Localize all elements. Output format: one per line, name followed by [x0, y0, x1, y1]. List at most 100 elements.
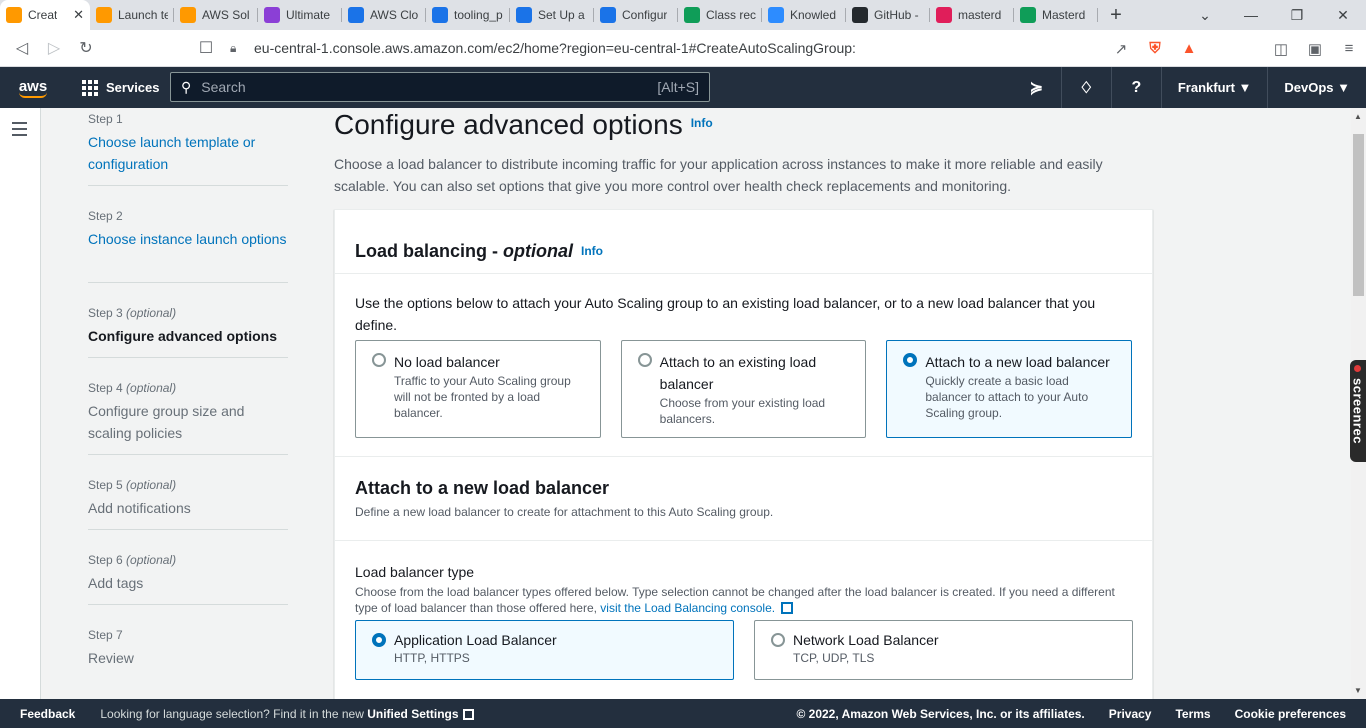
- hamburger-icon[interactable]: [12, 122, 27, 140]
- page-title: Configure advanced options Info: [334, 108, 1154, 139]
- region-selector[interactable]: Frankfurt ▼: [1162, 67, 1269, 108]
- step-title[interactable]: Choose launch template or configuration: [88, 131, 288, 175]
- lb-type-tile[interactable]: Application Load Balancer HTTP, HTTPS: [355, 620, 734, 680]
- footer: Feedback Looking for language selection?…: [0, 699, 1366, 728]
- browser-tab[interactable]: AWS Clo: [342, 0, 426, 30]
- browser-tab[interactable]: Masterd: [1014, 0, 1098, 30]
- window-controls: ⌄ — ❐ ✕: [1182, 0, 1366, 30]
- tab-title: Class rec: [706, 8, 756, 22]
- share-icon[interactable]: ↗: [1104, 40, 1138, 58]
- browser-tab[interactable]: GitHub -: [846, 0, 930, 30]
- step-title: Add notifications: [88, 500, 191, 516]
- tile-title: Attach to an existing load balancer: [659, 354, 817, 392]
- radio-button[interactable]: [372, 633, 386, 647]
- tab-favicon-icon: [852, 7, 868, 23]
- tab-favicon-icon: [432, 7, 448, 23]
- lb-option-tile[interactable]: No load balancer Traffic to your Auto Sca…: [355, 340, 601, 438]
- tab-favicon-icon: [348, 7, 364, 23]
- url-field[interactable]: 🔒︎ eu-central-1.console.aws.amazon.com/e…: [230, 34, 1120, 62]
- browser-tab[interactable]: AWS Sol: [174, 0, 258, 30]
- search-icon: ⚲: [181, 78, 192, 95]
- step-title: Add tags: [88, 575, 144, 591]
- tile-title: Network Load Balancer: [793, 632, 939, 648]
- close-tab-icon[interactable]: ✕: [73, 7, 84, 23]
- tab-search-icon[interactable]: ⌄: [1182, 0, 1228, 30]
- search-input[interactable]: ⚲ Search [Alt+S]: [170, 72, 710, 102]
- unified-settings-link[interactable]: Unified Settings: [367, 707, 458, 721]
- notifications-bell-icon[interactable]: ♢: [1062, 67, 1112, 108]
- cookie-preferences-link[interactable]: Cookie preferences: [1235, 707, 1346, 721]
- radio-button[interactable]: [372, 353, 386, 367]
- tab-title: AWS Sol: [202, 8, 250, 22]
- restore-button[interactable]: ❐: [1274, 0, 1320, 30]
- tab-title: GitHub -: [874, 8, 919, 22]
- radio-button[interactable]: [637, 353, 652, 367]
- feedback-link[interactable]: Feedback: [0, 707, 95, 721]
- services-label: Services: [106, 80, 160, 95]
- lb-option-tile[interactable]: Attach to a new load balancer Quickly cre…: [886, 340, 1133, 438]
- browser-tab-strip: Creat ✕ Launch te AWS Sol Ultimate AWS Clo too…: [0, 0, 1366, 30]
- wallet-icon[interactable]: ▣: [1298, 40, 1332, 58]
- panel-header: Load balancing - optional Info: [335, 210, 1152, 274]
- cloudshell-icon[interactable]: ≽: [1012, 67, 1062, 108]
- close-window-button[interactable]: ✕: [1320, 0, 1366, 30]
- wizard-step[interactable]: Step 1 Choose launch template or configu…: [88, 108, 288, 186]
- footer-right: © 2022, Amazon Web Services, Inc. or its…: [796, 707, 1366, 721]
- bookmark-icon[interactable]: ☐: [190, 32, 222, 64]
- browser-tab[interactable]: Ultimate: [258, 0, 342, 30]
- tab-favicon-icon: [6, 7, 22, 23]
- lb-info-link[interactable]: Info: [581, 244, 603, 258]
- services-menu[interactable]: Services: [82, 79, 170, 96]
- browser-tab[interactable]: Launch te: [90, 0, 174, 30]
- browser-tab[interactable]: masterd: [930, 0, 1014, 30]
- browser-tab[interactable]: Creat ✕: [0, 0, 90, 30]
- aws-top-nav: aws Services ⚲ Search [Alt+S] ≽ ♢ ? Fran…: [0, 67, 1366, 108]
- account-menu[interactable]: DevOps ▼: [1268, 67, 1366, 108]
- browser-tab[interactable]: Class rec: [678, 0, 762, 30]
- forward-button[interactable]: ▷: [38, 32, 70, 64]
- radio-button[interactable]: [771, 633, 785, 647]
- tab-title: Launch te: [118, 8, 168, 22]
- menu-icon[interactable]: ≡: [1332, 40, 1366, 57]
- help-icon[interactable]: ?: [1112, 67, 1162, 108]
- scrollbar-thumb[interactable]: [1353, 134, 1364, 296]
- tab-title: tooling_p: [454, 8, 503, 22]
- minimize-button[interactable]: —: [1228, 0, 1274, 30]
- step-title: Configure group size and scaling policie…: [88, 403, 245, 441]
- tab-favicon-icon: [516, 7, 532, 23]
- lb-type-tiles: Application Load Balancer HTTP, HTTPS Netw…: [355, 620, 1135, 680]
- step-number: Step 6 (optional): [88, 553, 177, 567]
- brave-rewards-icon[interactable]: ▲: [1172, 40, 1206, 57]
- scroll-down-icon[interactable]: ▼: [1354, 686, 1362, 695]
- privacy-link[interactable]: Privacy: [1109, 707, 1152, 721]
- nav-right: ≽ ♢ ? Frankfurt ▼ DevOps ▼: [1012, 67, 1366, 108]
- load-balancing-console-link[interactable]: visit the Load Balancing console.: [600, 601, 775, 615]
- screenrec-widget[interactable]: screenrec: [1350, 360, 1366, 462]
- step-number: Step 3 (optional): [88, 306, 177, 320]
- tab-favicon-icon: [600, 7, 616, 23]
- new-tab-button[interactable]: +: [1098, 0, 1134, 30]
- browser-tab[interactable]: Set Up a: [510, 0, 594, 30]
- scroll-up-icon[interactable]: ▲: [1354, 112, 1362, 121]
- attach-new-heading: Attach to a new load balancer: [355, 478, 610, 498]
- back-button[interactable]: ◁: [6, 32, 38, 64]
- step-title[interactable]: Choose instance launch options: [88, 228, 288, 250]
- wizard-step[interactable]: Step 2 Choose instance launch options: [88, 186, 288, 283]
- aws-logo[interactable]: aws: [0, 78, 66, 98]
- reload-button[interactable]: ↻: [70, 32, 102, 64]
- lb-type-description: Choose from the load balancer types offe…: [355, 585, 1115, 615]
- browser-tab[interactable]: Configur: [594, 0, 678, 30]
- step-number: Step 1: [88, 112, 123, 126]
- tab-favicon-icon: [180, 7, 196, 23]
- browser-tab[interactable]: tooling_p: [426, 0, 510, 30]
- sidebar-icon[interactable]: ◫: [1264, 40, 1298, 58]
- lb-option-tile[interactable]: Attach to an existing load balancer Choos…: [620, 340, 867, 438]
- radio-button[interactable]: [903, 353, 918, 367]
- terms-link[interactable]: Terms: [1175, 707, 1210, 721]
- aws-smile-icon: [19, 92, 47, 98]
- step-number: Step 5 (optional): [88, 478, 177, 492]
- browser-tab[interactable]: Knowled: [762, 0, 846, 30]
- lb-type-tile[interactable]: Network Load Balancer TCP, UDP, TLS: [754, 620, 1133, 680]
- info-link[interactable]: Info: [691, 109, 713, 137]
- brave-shield-icon[interactable]: ⛨︎: [1138, 40, 1172, 57]
